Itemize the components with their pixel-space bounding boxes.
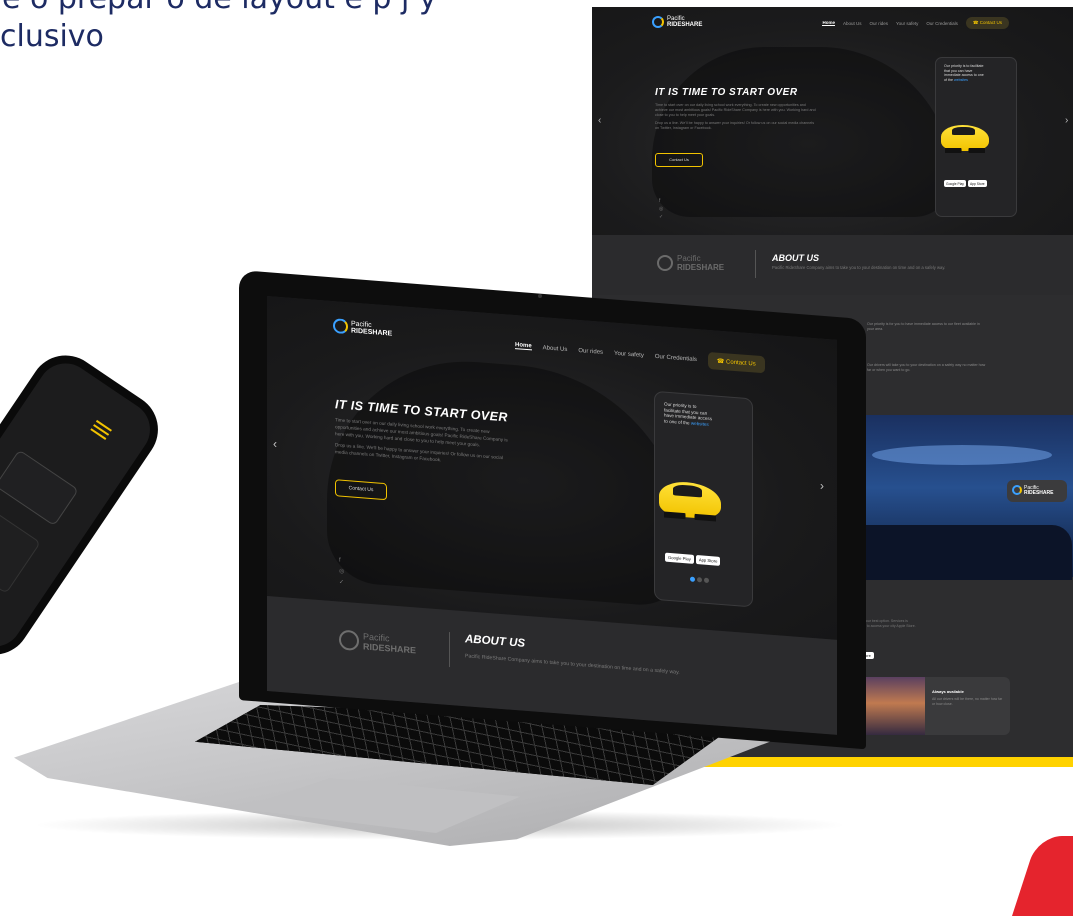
nav-item-about[interactable]: About Us — [843, 21, 862, 26]
nav-item-safety[interactable]: Your safety — [896, 21, 918, 26]
about-text: Pacific RideShare Company aims to take y… — [772, 265, 946, 270]
about-logo-icon — [657, 255, 673, 271]
carousel-dot[interactable] — [697, 577, 702, 583]
facebook-icon[interactable]: f — [659, 197, 665, 205]
nav-item-about[interactable]: About Us — [543, 345, 568, 353]
google-play-badge[interactable]: Google Play — [665, 552, 694, 564]
logo-line-2: RIDESHARE — [667, 22, 703, 28]
always-available-card: Always available All our drivers will be… — [850, 677, 1010, 735]
smartphone-mockup — [0, 341, 172, 669]
contact-us-label: Contact Us — [726, 359, 756, 368]
divider — [755, 250, 756, 278]
about-text: Pacific RideShare Company aims to take y… — [465, 653, 680, 676]
phone-card-link[interactable]: websites — [691, 421, 709, 427]
about-logo-line-1: Pacific — [677, 254, 701, 263]
contact-us-button[interactable]: ☎ Contact Us — [965, 17, 1009, 29]
nav-item-safety[interactable]: Your safety — [614, 350, 644, 358]
hero-contact-button[interactable]: Contact Us — [655, 153, 703, 167]
phone-icon: ☎ — [716, 358, 727, 366]
cropped-heading: e o prepar o de layout e p j y clusivo — [0, 0, 437, 54]
red-brand-shape — [1012, 836, 1073, 916]
hero-paragraph-1: Time to start over on our daily living s… — [655, 103, 816, 117]
badge-line-2: RIDESHARE — [1024, 490, 1054, 496]
about-logo-line-2: RIDESHARE — [677, 263, 725, 272]
about-title: ABOUT US — [465, 633, 526, 650]
phone-card-link[interactable]: websites — [954, 78, 968, 82]
app-store-badge[interactable]: App Store — [967, 180, 987, 187]
social-links: f ◎ ✓ — [659, 197, 665, 221]
phone-card: Our priority is to facilitate that you c… — [935, 57, 1017, 217]
divider — [449, 632, 450, 668]
laptop-screen: Pacific RIDESHARE Home About Us Our ride… — [267, 296, 837, 735]
feature-item: Our priority is for you to have immediat… — [849, 322, 987, 332]
nav-item-rides[interactable]: Our rides — [578, 347, 603, 355]
about-logo-line-2: RIDESHARE — [363, 641, 417, 656]
carousel-dot[interactable] — [704, 577, 709, 584]
nav-item-credentials[interactable]: Our Credentials — [926, 21, 958, 26]
nav-item-home[interactable]: Home — [515, 342, 532, 351]
twitter-icon[interactable]: ✓ — [339, 578, 344, 589]
hero-title: IT IS TIME TO START OVER — [655, 87, 798, 98]
instagram-icon[interactable]: ◎ — [339, 567, 344, 578]
logo-swirl-icon — [333, 318, 348, 335]
about-logo: Pacific RIDESHARE — [339, 629, 439, 655]
card-text: All our drivers will be there, no matter… — [932, 697, 1003, 706]
camera-icon — [538, 294, 542, 298]
yellow-car-image — [941, 125, 989, 153]
facebook-icon[interactable]: f — [339, 556, 344, 567]
app-store-badge[interactable]: App Store — [695, 554, 721, 566]
card-title: Always available — [932, 689, 964, 694]
logo[interactable]: Pacific RIDESHARE — [652, 15, 707, 31]
heading-line-1: e o prepar o de layout e p j y — [2, 0, 437, 16]
logo-swirl-icon — [652, 16, 664, 28]
feature-text: Our drivers will take you to your destin… — [867, 363, 986, 372]
feature-item: Our drivers will take you to your destin… — [849, 363, 987, 373]
main-nav: Home About Us Our rides Your safety Our … — [822, 17, 1009, 29]
phone-card: Our priority is to facilitate that you c… — [654, 390, 753, 608]
phone-icon: ☎ — [972, 20, 980, 25]
yellow-car-image — [659, 480, 721, 520]
carousel-next-icon[interactable]: › — [820, 479, 824, 493]
about-title: ABOUT US — [772, 253, 819, 263]
phone-card-text: Our priority is to facilitate that you c… — [944, 64, 984, 82]
carousel-prev-icon[interactable]: ‹ — [598, 115, 601, 126]
carousel-dots — [690, 576, 709, 584]
photo-logo-badge: Pacific RIDESHARE — [1007, 480, 1067, 502]
heading-line-2: clusivo — [0, 19, 104, 54]
about-section: Pacific RIDESHARE ABOUT US Pacific RideS… — [592, 235, 1073, 295]
store-badges: Google Play App Store — [665, 552, 721, 566]
phone-card-text: Our priority is to facilitate that you c… — [664, 402, 712, 429]
feature-text: Our priority is for you to have immediat… — [867, 322, 980, 331]
carousel-prev-icon[interactable]: ‹ — [273, 436, 277, 450]
google-play-badge[interactable]: Google Play — [944, 180, 966, 187]
instagram-icon[interactable]: ◎ — [659, 205, 665, 213]
logo-line-2: RIDESHARE — [351, 327, 393, 338]
hero-text: Time to start over on our daily living s… — [655, 103, 817, 131]
nav-item-rides[interactable]: Our rides — [869, 21, 888, 26]
badge-logo-icon — [1012, 485, 1022, 495]
about-logo-icon — [339, 629, 359, 652]
social-links: f ◎ ✓ — [339, 556, 344, 589]
twitter-icon[interactable]: ✓ — [659, 213, 665, 221]
contact-us-label: Contact Us — [979, 20, 1002, 25]
nav-item-credentials[interactable]: Our Credentials — [655, 353, 697, 362]
nav-item-home[interactable]: Home — [822, 20, 835, 26]
carousel-next-icon[interactable]: › — [1065, 115, 1068, 126]
hero-paragraph-2: Drop us a line. We'll be happy to answer… — [655, 121, 815, 130]
store-badges: Google Play App Store — [944, 180, 987, 187]
carousel-dot[interactable] — [690, 576, 695, 582]
